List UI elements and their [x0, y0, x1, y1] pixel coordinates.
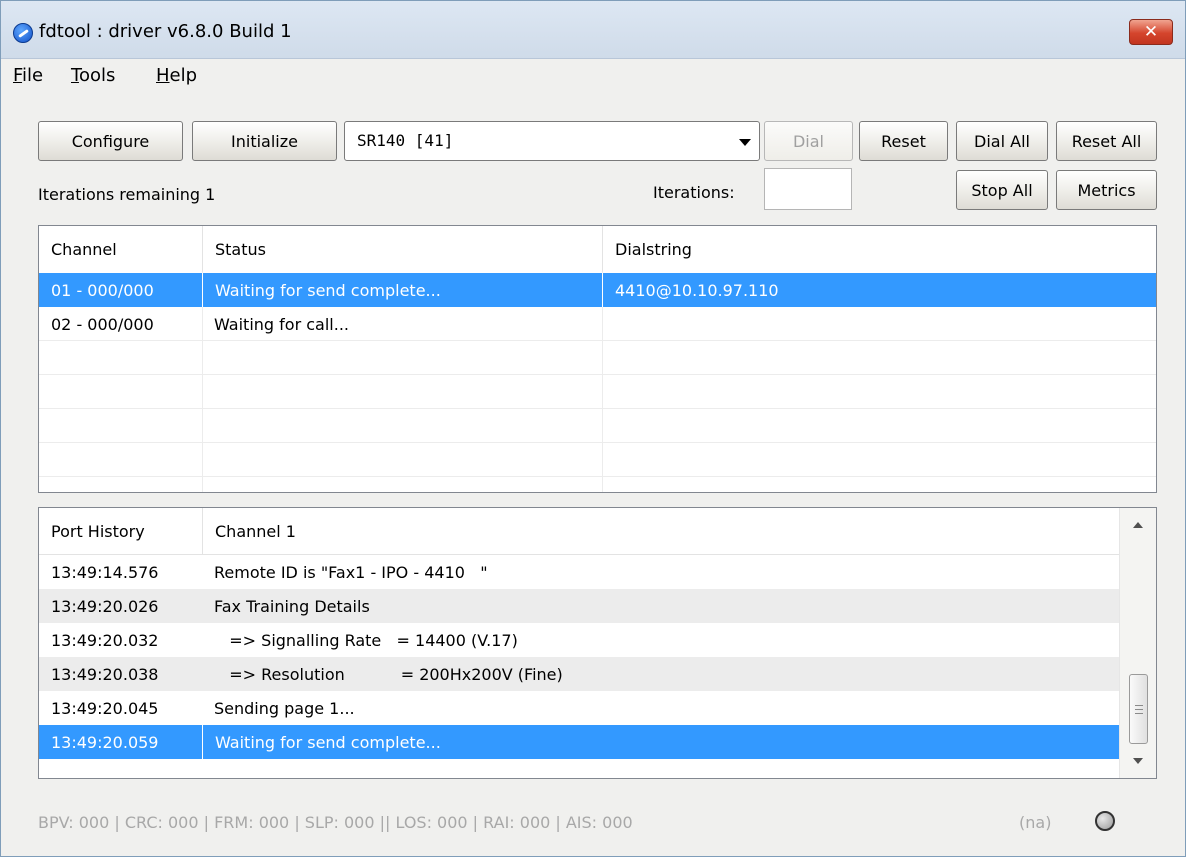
- table-row: [39, 443, 1156, 477]
- history-text: => Signalling Rate = 14400 (V.17): [214, 630, 518, 650]
- stop-all-button[interactable]: Stop All: [956, 170, 1048, 210]
- column-header-dialstring[interactable]: Dialstring: [602, 226, 1156, 272]
- history-time: 13:49:20.045: [51, 698, 159, 718]
- channels-table: Channel Status Dialstring 01 - 000/000 W…: [38, 225, 1157, 493]
- metrics-button[interactable]: Metrics: [1056, 170, 1157, 210]
- history-row[interactable]: 13:49:20.038 => Resolution = 200Hx200V (…: [39, 657, 1119, 691]
- close-icon: ✕: [1143, 22, 1159, 42]
- dialstring-cell: [602, 307, 1156, 341]
- iterations-label: Iterations:: [653, 183, 735, 202]
- dialstring-cell: 4410@10.10.97.110: [602, 273, 1156, 307]
- menu-bar: File Tools Help: [1, 59, 1185, 91]
- line-counters: BPV: 000 | CRC: 000 | FRM: 000 | SLP: 00…: [38, 813, 633, 832]
- iterations-remaining-text: Iterations remaining 1: [38, 185, 216, 204]
- grip-line: [1135, 705, 1143, 706]
- history-row[interactable]: 13:49:20.026 Fax Training Details: [39, 589, 1119, 623]
- menu-file-label: ile: [22, 65, 44, 86]
- status-cell: Waiting for call...: [214, 314, 349, 334]
- device-select-value: SR140 [41]: [357, 131, 454, 150]
- history-time: 13:49:20.059: [51, 732, 159, 752]
- title-bar: fdtool : driver v6.8.0 Build 1 ✕: [1, 1, 1185, 59]
- menu-help[interactable]: Help: [156, 65, 197, 86]
- history-time: 13:49:20.032: [51, 630, 159, 650]
- table-row: [39, 375, 1156, 409]
- history-time: 13:49:20.026: [51, 596, 159, 616]
- device-select[interactable]: SR140 [41]: [344, 121, 760, 161]
- table-row: [39, 341, 1156, 375]
- channels-table-header: Channel Status Dialstring: [39, 226, 1156, 272]
- vertical-scrollbar[interactable]: [1119, 508, 1156, 778]
- history-row[interactable]: 13:49:14.576 Remote ID is "Fax1 - IPO - …: [39, 555, 1119, 589]
- scrollbar-thumb[interactable]: [1129, 674, 1148, 744]
- channel-cell: 01 - 000/000: [51, 280, 154, 300]
- initialize-button[interactable]: Initialize: [192, 121, 337, 161]
- scroll-up-icon[interactable]: [1133, 522, 1143, 528]
- dial-all-button[interactable]: Dial All: [956, 121, 1048, 161]
- port-history-list: Port History Channel 1 13:49:14.576 Remo…: [38, 507, 1157, 779]
- reset-button[interactable]: Reset: [859, 121, 948, 161]
- status-led-icon: [1095, 811, 1115, 831]
- history-text: Waiting for send complete...: [202, 725, 1119, 759]
- history-text: Sending page 1...: [214, 698, 355, 718]
- dial-button[interactable]: Dial: [764, 121, 853, 161]
- menu-file[interactable]: File: [13, 65, 43, 86]
- menu-help-label: elp: [169, 65, 198, 86]
- configure-button[interactable]: Configure: [38, 121, 183, 161]
- reset-all-button[interactable]: Reset All: [1056, 121, 1157, 161]
- history-time: 13:49:14.576: [51, 562, 159, 582]
- history-time: 13:49:20.038: [51, 664, 159, 684]
- window-title: fdtool : driver v6.8.0 Build 1: [39, 21, 292, 42]
- na-label: (na): [1019, 813, 1052, 832]
- app-logo-icon: [13, 23, 33, 43]
- menu-file-mnemonic: F: [13, 65, 23, 86]
- table-row[interactable]: 01 - 000/000 Waiting for send complete..…: [39, 273, 1156, 307]
- channel-cell: 02 - 000/000: [51, 314, 154, 334]
- column-header-channel[interactable]: Channel: [39, 226, 202, 272]
- grip-line: [1135, 713, 1143, 714]
- history-text: Fax Training Details: [214, 596, 370, 616]
- app-window: fdtool : driver v6.8.0 Build 1 ✕ File To…: [0, 0, 1186, 857]
- table-row[interactable]: 02 - 000/000 Waiting for call...: [39, 307, 1156, 341]
- history-row[interactable]: 13:49:20.032 => Signalling Rate = 14400 …: [39, 623, 1119, 657]
- menu-tools[interactable]: Tools: [71, 65, 115, 86]
- scroll-down-icon[interactable]: [1133, 758, 1143, 764]
- history-row[interactable]: 13:49:20.045 Sending page 1...: [39, 691, 1119, 725]
- menu-help-mnemonic: H: [156, 65, 170, 86]
- menu-tools-label: ools: [78, 65, 116, 86]
- history-text: Remote ID is "Fax1 - IPO - 4410 ": [214, 562, 488, 582]
- grip-line: [1135, 709, 1143, 710]
- port-history-header: Port History Channel 1: [39, 508, 1119, 555]
- status-cell: Waiting for send complete...: [202, 273, 602, 307]
- table-row: [39, 409, 1156, 443]
- close-button[interactable]: ✕: [1129, 19, 1173, 45]
- menu-tools-mnemonic: T: [71, 65, 79, 86]
- column-header-port-history[interactable]: Port History: [39, 508, 202, 554]
- history-row[interactable]: 13:49:20.059 Waiting for send complete..…: [39, 725, 1119, 759]
- chevron-down-icon[interactable]: [739, 139, 751, 146]
- iterations-input[interactable]: [764, 168, 852, 210]
- column-header-channel-1[interactable]: Channel 1: [202, 508, 1119, 554]
- history-text: => Resolution = 200Hx200V (Fine): [214, 664, 563, 684]
- column-header-status[interactable]: Status: [202, 226, 602, 272]
